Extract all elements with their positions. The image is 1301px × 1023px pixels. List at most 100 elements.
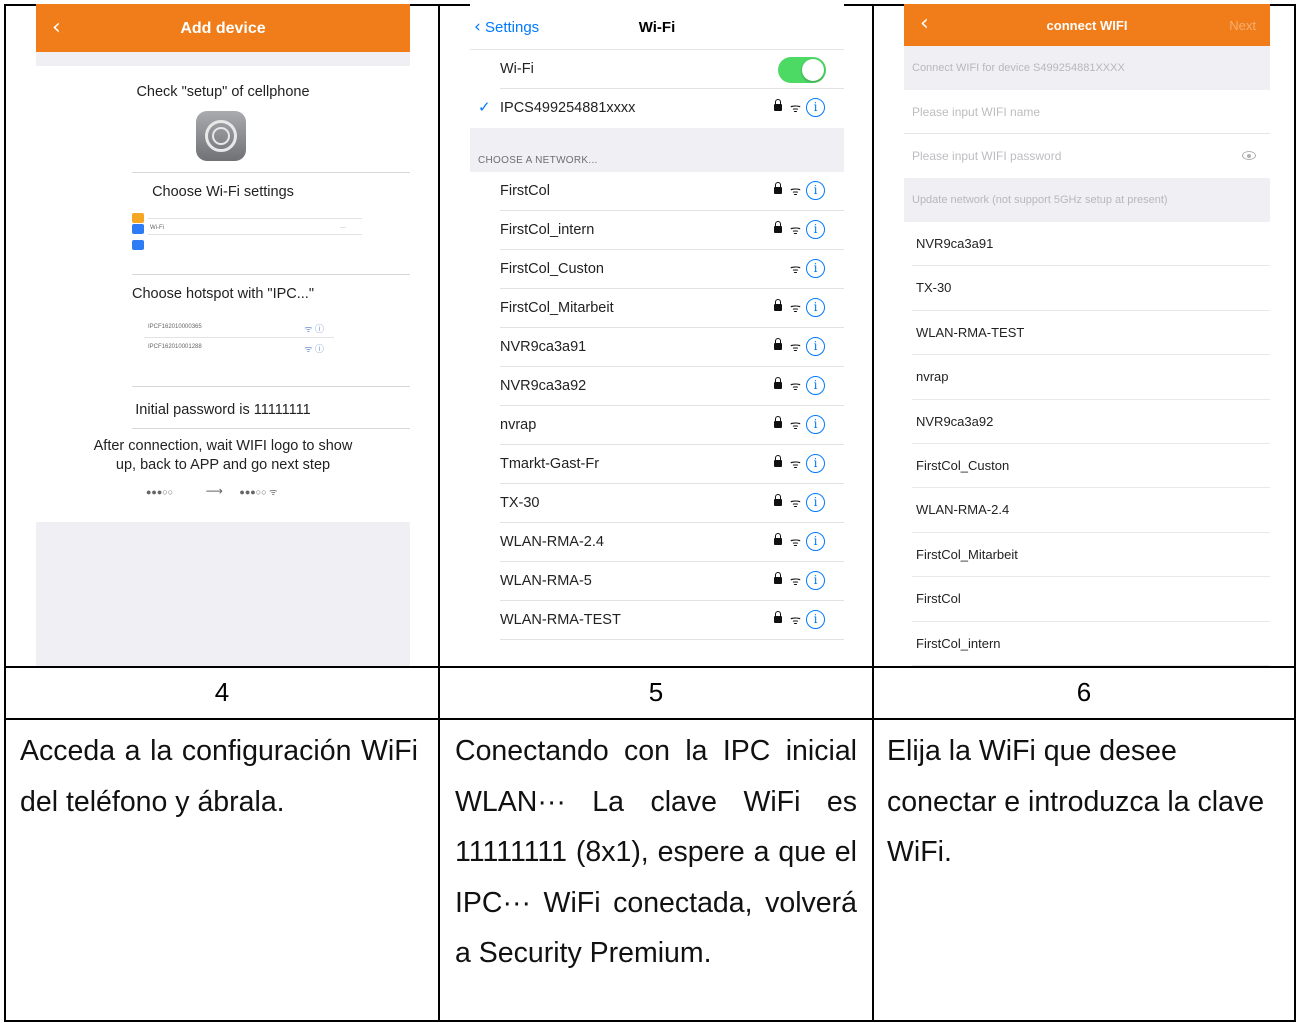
network-row[interactable]: FirstCol_Mitarbeit ᯤ i xyxy=(470,289,844,328)
lock-icon xyxy=(774,533,782,545)
wifi-label: Wi-Fi xyxy=(500,61,534,77)
info-icon[interactable]: i xyxy=(806,259,825,278)
mini-hotspot: IPCF162010001288 xyxy=(148,344,202,350)
network-row[interactable]: FirstCol_Custon ᯤ i xyxy=(470,250,844,289)
network-row[interactable]: WLAN-RMA-TEST ᯤ i xyxy=(470,601,844,640)
mini-wifi-value: ··· xyxy=(340,225,346,231)
network-row[interactable]: Tmarkt-Gast-Fr ᯤ i xyxy=(470,445,844,484)
info-icon[interactable]: i xyxy=(806,415,825,434)
wifi-network-item[interactable]: FirstCol_Mitarbeit xyxy=(904,533,1270,578)
section-header: CHOOSE A NETWORK... xyxy=(470,128,844,172)
wifi-icon: ᯤ xyxy=(790,101,801,115)
signal-illustration: ●●●○○ ⟶ ●●●○○ ᯤ xyxy=(146,484,277,498)
network-name: TX-30 xyxy=(500,495,540,511)
step-wait-text-2: up, back to APP and go next step xyxy=(115,457,331,473)
wifi-network-item[interactable]: NVR9ca3a92 xyxy=(904,400,1270,444)
mini-wifi-info-icon: ᯤ ⓘ xyxy=(304,344,324,354)
network-name: Tmarkt-Gast-Fr xyxy=(500,456,600,472)
step-number: 5 xyxy=(648,677,664,707)
network-row[interactable]: FirstCol_intern ᯤ i xyxy=(470,211,844,250)
screenshot-add-device: ‹ Add device Check "setup" of cellphone … xyxy=(36,4,410,666)
network-name: FirstCol_intern xyxy=(500,222,595,238)
step-number: 6 xyxy=(1076,677,1092,707)
lock-icon xyxy=(774,572,782,584)
network-name: FirstCol xyxy=(500,183,550,199)
wifi-password-placeholder: Please input WIFI password xyxy=(912,149,1062,163)
wifi-toggle-row: Wi-Fi xyxy=(470,50,844,89)
wifi-network-item[interactable]: WLAN-RMA-TEST xyxy=(904,311,1270,356)
lock-icon xyxy=(774,299,782,311)
wifi-name-placeholder: Please input WIFI name xyxy=(912,105,1041,119)
ios-nav-bar: ‹ Settings Wi-Fi xyxy=(470,4,844,50)
lock-icon xyxy=(774,377,782,389)
network-row[interactable]: nvrap ᯤ i xyxy=(470,406,844,445)
step-number: 4 xyxy=(214,677,230,707)
network-name: FirstCol xyxy=(916,591,961,607)
column-divider xyxy=(872,6,874,1020)
wifi-name-field[interactable]: Please input WIFI name xyxy=(904,90,1270,134)
signal-after: ●●●○○ ᯤ xyxy=(239,487,278,497)
settings-gear-icon xyxy=(196,111,246,161)
wifi-icon: ᯤ xyxy=(790,457,801,471)
row-divider xyxy=(6,718,1294,720)
network-row[interactable]: NVR9ca3a92 ᯤ i xyxy=(470,367,844,406)
screenshot-connect-wifi: ‹ connect WIFI Next Connect WIFI for dev… xyxy=(904,4,1270,666)
network-name: WLAN-RMA-TEST xyxy=(916,324,1025,340)
wifi-toggle[interactable] xyxy=(778,57,826,83)
column-divider xyxy=(438,6,440,1020)
app-title: connect WIFI xyxy=(1046,18,1128,33)
info-icon[interactable]: i xyxy=(806,532,825,551)
update-network-band[interactable]: Update network (not support 5GHz setup a… xyxy=(904,178,1270,222)
info-icon[interactable]: i xyxy=(806,98,825,117)
network-row[interactable]: TX-30 ᯤ i xyxy=(470,484,844,523)
info-icon[interactable]: i xyxy=(806,610,825,629)
info-icon[interactable]: i xyxy=(806,220,825,239)
next-button[interactable]: Next xyxy=(1229,18,1256,33)
step-wait-text-1: After connection, wait WIFI logo to show xyxy=(93,438,353,454)
network-name: IPCS499254881xxxx xyxy=(500,100,636,116)
network-row[interactable]: WLAN-RMA-2.4 ᯤ i xyxy=(470,523,844,562)
wifi-network-item[interactable]: nvrap xyxy=(904,355,1270,400)
screenshot-ios-wifi: ‹ Settings Wi-Fi Wi-Fi ✓ IPCS499254881xx… xyxy=(470,4,844,666)
setup-guide: Check "setup" of cellphone Choose Wi-Fi … xyxy=(36,66,410,522)
network-row[interactable]: NVR9ca3a91 ᯤ i xyxy=(470,328,844,367)
mini-wifi-label: Wi-Fi xyxy=(150,225,164,231)
step-description: Acceda a la configuración WiFi del teléf… xyxy=(20,735,418,818)
wifi-icon: ᯤ xyxy=(790,379,801,393)
network-row[interactable]: WLAN-RMA-5 ᯤ i xyxy=(470,562,844,601)
info-icon[interactable]: i xyxy=(806,454,825,473)
step-wifi-settings-text: Choose Wi-Fi settings xyxy=(152,184,294,200)
network-name: NVR9ca3a92 xyxy=(500,378,587,394)
wifi-network-item[interactable]: TX-30 xyxy=(904,266,1270,311)
mini-hotspot: IPCF162010000365 xyxy=(148,324,202,330)
info-icon[interactable]: i xyxy=(806,337,825,356)
wifi-network-item[interactable]: FirstCol_Custon xyxy=(904,444,1270,489)
wifi-network-item[interactable]: NVR9ca3a91 xyxy=(904,222,1270,267)
wifi-icon: ᯤ xyxy=(790,496,801,510)
step-setup-text: Check "setup" of cellphone xyxy=(136,84,310,100)
lock-icon xyxy=(774,416,782,428)
network-name: NVR9ca3a91 xyxy=(916,236,994,251)
device-hint: Connect WIFI for device S499254881XXXX xyxy=(912,62,1125,74)
info-icon[interactable]: i xyxy=(806,181,825,200)
wifi-icon: ᯤ xyxy=(790,535,801,549)
wifi-network-item[interactable]: FirstCol xyxy=(904,577,1270,622)
lock-icon xyxy=(774,221,782,233)
network-row[interactable]: FirstCol ᯤ i xyxy=(470,172,844,211)
connected-network-row[interactable]: ✓ IPCS499254881xxxx ᯤi xyxy=(470,89,844,128)
network-name: WLAN-RMA-TEST xyxy=(500,612,621,628)
network-name: NVR9ca3a91 xyxy=(500,339,587,355)
eye-icon[interactable] xyxy=(1242,151,1256,160)
lock-icon xyxy=(774,611,782,623)
lock-icon xyxy=(774,455,782,467)
wifi-password-field[interactable]: Please input WIFI password xyxy=(904,134,1270,178)
info-icon[interactable]: i xyxy=(806,298,825,317)
wifi-network-item[interactable]: WLAN-RMA-2.4 xyxy=(904,488,1270,533)
info-icon[interactable]: i xyxy=(806,571,825,590)
info-icon[interactable]: i xyxy=(806,493,825,512)
wifi-icon: ᯤ xyxy=(790,418,801,432)
wifi-network-item[interactable]: FirstCol_intern xyxy=(904,622,1270,666)
network-name: FirstCol_Custon xyxy=(500,261,604,277)
app-header: ‹ connect WIFI Next xyxy=(904,4,1270,46)
info-icon[interactable]: i xyxy=(806,376,825,395)
